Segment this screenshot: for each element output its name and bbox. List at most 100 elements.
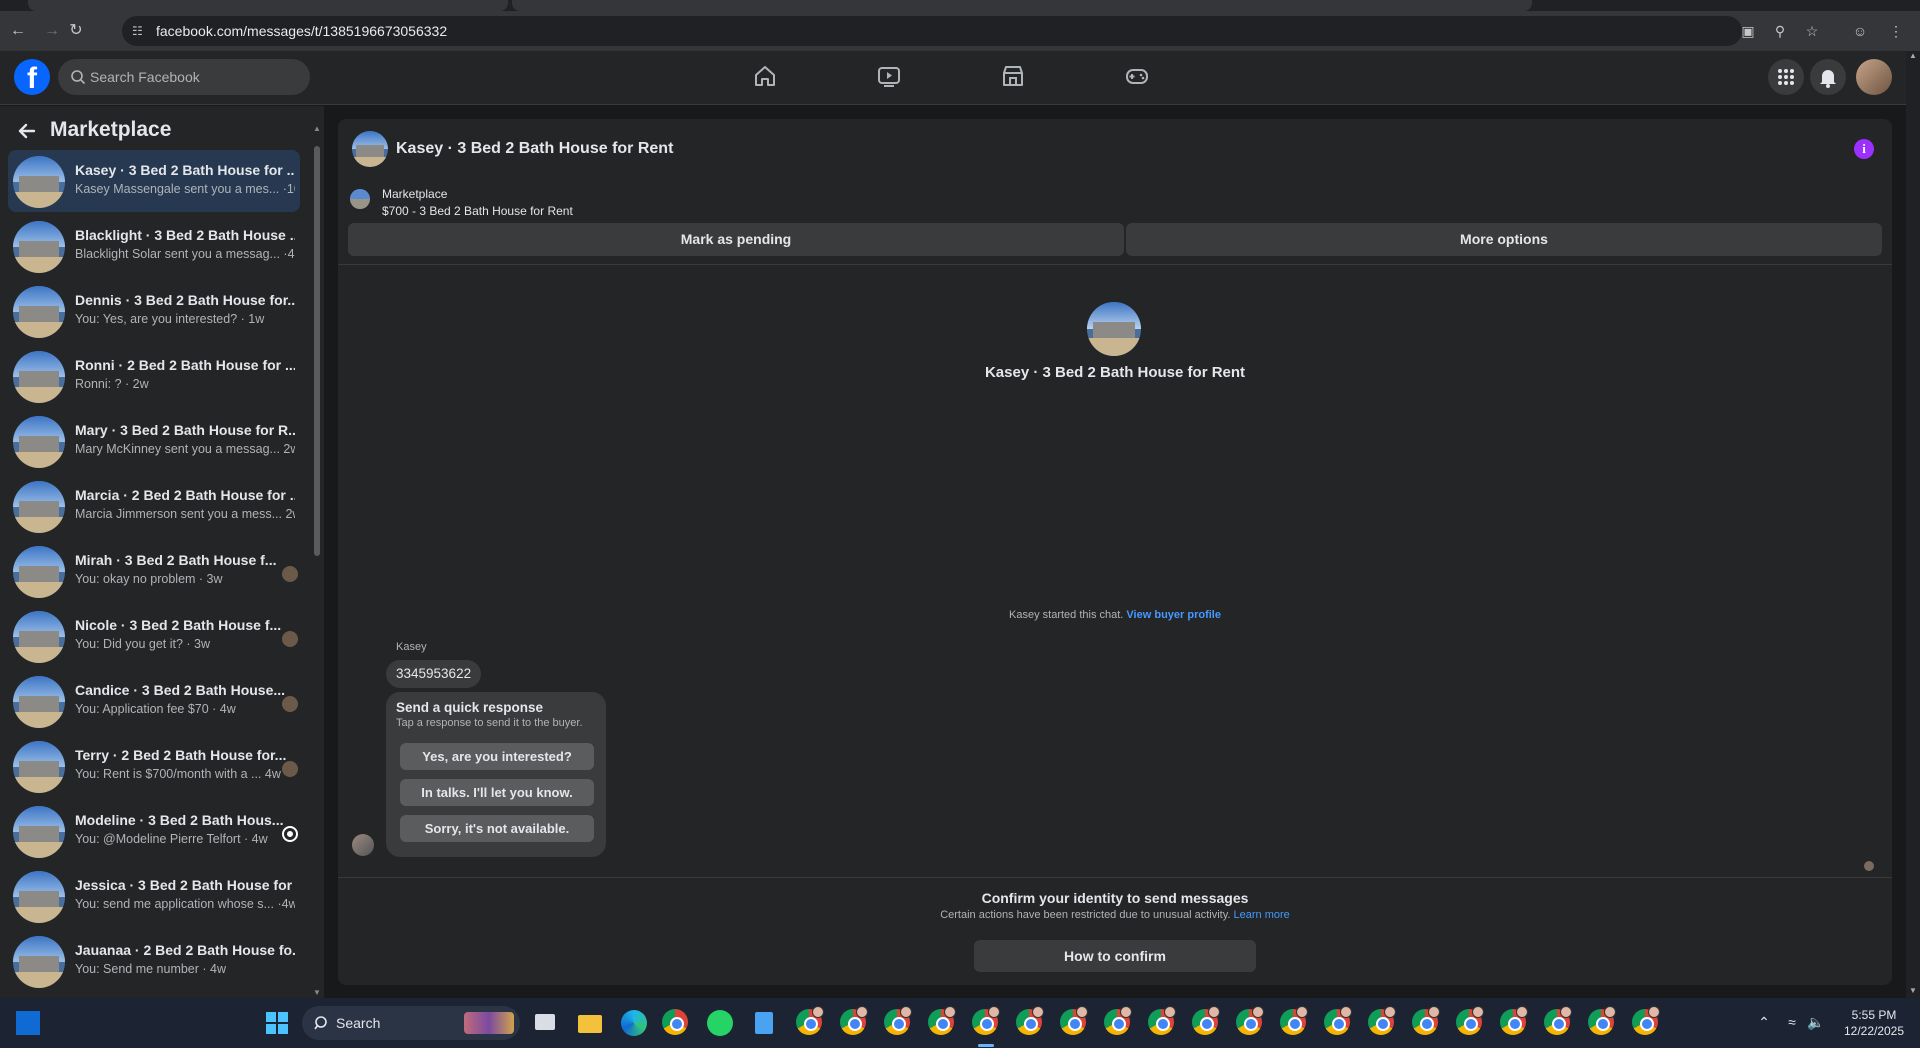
page-scrollbar[interactable]: ▲ ▼ [1906,51,1920,998]
taskbar-clock[interactable]: 5:55 PM 12/22/2025 [1836,1007,1912,1039]
conversation-item[interactable]: Candice · 3 Bed 2 Bath House... You: Appl… [8,670,300,732]
listing-title[interactable]: $700 - 3 Bed 2 Bath House for Rent [382,204,573,218]
chat-header-thumbnail[interactable] [352,131,388,167]
task-view-icon[interactable] [532,1009,560,1037]
more-options-button[interactable]: More options [1126,223,1882,256]
chrome-profile-icon[interactable] [928,1006,956,1037]
conversation-item[interactable]: Blacklight · 3 Bed 2 Bath House ... Black… [8,215,300,277]
account-avatar[interactable] [1856,59,1892,95]
learn-more-link[interactable]: Learn more [1234,909,1290,921]
zoom-icon[interactable]: ⚲ [1768,19,1792,43]
sidebar-title: Marketplace [50,118,172,141]
tab-strip [0,0,1920,11]
browser-tab[interactable] [28,0,508,11]
chrome-profile-icon[interactable] [1456,1006,1484,1037]
search-input[interactable]: Search Facebook [58,59,310,95]
facebook-logo[interactable]: f [14,59,50,95]
taskbar-search-icon [314,1016,327,1030]
quick-reply-in-talks-button[interactable]: In talks. I'll let you know. [400,779,594,806]
conversation-item[interactable]: Ronni · 2 Bed 2 Bath House for ... Ronni:… [8,345,300,407]
menu-kebab-icon[interactable]: ⋮ [1884,19,1908,43]
chrome-profile-icon[interactable] [972,1006,1000,1037]
conversation-preview: You: Send me number · 4w [75,962,227,976]
conversation-item[interactable]: Kasey · 3 Bed 2 Bath House for ... Kasey … [8,150,300,212]
conversation-item[interactable]: Dennis · 3 Bed 2 Bath House for... You: Y… [8,280,300,342]
whatsapp-icon[interactable] [706,1009,734,1037]
menu-grid-icon[interactable] [1768,59,1804,95]
quick-reply-yes-button[interactable]: Yes, are you interested? [400,743,594,770]
video-icon[interactable] [876,63,906,93]
chrome-profile-icon[interactable] [1104,1006,1132,1037]
edge-icon[interactable] [620,1009,648,1037]
reload-icon[interactable]: ↻ [64,19,88,43]
conversation-item[interactable]: Modeline · 3 Bed 2 Bath Hous... You: @Mod… [8,800,300,862]
conversation-item[interactable]: Marcia · 2 Bed 2 Bath House for ... Marci… [8,475,300,537]
back-icon[interactable]: ← [6,19,30,43]
marketplace-icon[interactable] [1000,63,1030,93]
quick-reply-not-available-button[interactable]: Sorry, it's not available. [400,815,594,842]
conversation-item[interactable]: Terry · 2 Bed 2 Bath House for... You: Re… [8,735,300,797]
conversation-name: Blacklight · 3 Bed 2 Bath House ... [75,227,295,243]
taskbar-search[interactable]: Search [302,1006,520,1040]
notepad-icon[interactable] [750,1009,778,1037]
conversation-item[interactable]: Jessica · 3 Bed 2 Bath House for ... You:… [8,865,300,927]
info-icon[interactable]: i [1854,139,1874,159]
show-hidden-icons-icon[interactable]: ⌃ [1754,1012,1774,1032]
chrome-profile-icon[interactable] [796,1006,824,1037]
chrome-profile-icon[interactable] [1280,1006,1308,1037]
chrome-profile-icon[interactable] [840,1006,868,1037]
conversation-preview: Kasey Massengale sent you a mes... ·10h [75,182,295,196]
chrome-profile-icon[interactable] [1324,1006,1352,1037]
how-to-confirm-button[interactable]: How to confirm [974,940,1256,972]
windows-start-icon[interactable] [266,1012,288,1034]
marketplace-sidebar: Marketplace Kasey · 3 Bed 2 Bath House f… [0,106,324,998]
wifi-icon[interactable]: ≈ [1782,1012,1802,1032]
scroll-up-icon[interactable]: ▲ [312,124,322,134]
read-receipt-avatar [282,696,298,712]
sender-avatar[interactable] [352,834,374,856]
url-text: facebook.com/messages/t/1385196673056332 [156,23,448,39]
site-info-icon[interactable]: ☷ [132,23,148,39]
listing-thumbnail[interactable] [350,189,370,209]
sidebar-scrollbar[interactable] [314,146,320,556]
page-scroll-down-icon[interactable]: ▼ [1909,986,1917,995]
notifications-bell-icon[interactable] [1810,59,1846,95]
conversation-preview: Blacklight Solar sent you a messag... ·4… [75,247,295,261]
chrome-profile-icon[interactable] [1544,1006,1572,1037]
chrome-profile-icon[interactable] [1016,1006,1044,1037]
widgets-icon[interactable] [16,1011,40,1035]
volume-icon[interactable]: 🔈 [1806,1012,1826,1032]
chrome-profile-icon[interactable] [1148,1006,1176,1037]
scroll-down-icon[interactable]: ▼ [312,988,322,998]
message-bubble[interactable]: 3345953622 [386,660,482,688]
file-explorer-icon[interactable] [576,1009,604,1037]
gaming-icon[interactable] [1124,63,1154,93]
bookmark-star-icon[interactable]: ☆ [1800,19,1824,43]
chrome-icon[interactable] [662,1009,690,1037]
chrome-profile-icon[interactable] [1060,1006,1088,1037]
profile-badge [1516,1006,1528,1018]
chrome-profile-icon[interactable] [884,1006,912,1037]
conversation-item[interactable]: Mirah · 3 Bed 2 Bath House f... You: okay… [8,540,300,602]
view-buyer-profile-link[interactable]: View buyer profile [1126,609,1221,621]
url-input[interactable]: ☷ facebook.com/messages/t/13851966730563… [122,16,1742,46]
chrome-profile-icon[interactable] [1412,1006,1440,1037]
chrome-profile-icon[interactable] [1632,1006,1660,1037]
home-icon[interactable] [752,63,782,93]
conversation-item[interactable]: Nicole · 3 Bed 2 Bath House f... You: Did… [8,605,300,667]
profile-icon[interactable]: ☺ [1848,19,1872,43]
conversation-item[interactable]: Jauanaa · 2 Bed 2 Bath House fo... You: S… [8,930,300,992]
mark-pending-button[interactable]: Mark as pending [348,223,1124,256]
browser-tab-active[interactable] [512,0,1532,11]
chrome-profile-icon[interactable] [1588,1006,1616,1037]
chat-title[interactable]: Kasey · 3 Bed 2 Bath House for Rent [396,140,673,158]
back-arrow-icon[interactable] [16,120,38,142]
chrome-profile-icon[interactable] [1500,1006,1528,1037]
forward-icon[interactable]: → [40,19,64,43]
page-scroll-up-icon[interactable]: ▲ [1909,51,1917,60]
chrome-profile-icon[interactable] [1236,1006,1264,1037]
chrome-profile-icon[interactable] [1192,1006,1220,1037]
chrome-profile-icon[interactable] [1368,1006,1396,1037]
conversation-item[interactable]: Mary · 3 Bed 2 Bath House for R... Mary M… [8,410,300,472]
install-app-icon[interactable]: ▣ [1736,19,1760,43]
